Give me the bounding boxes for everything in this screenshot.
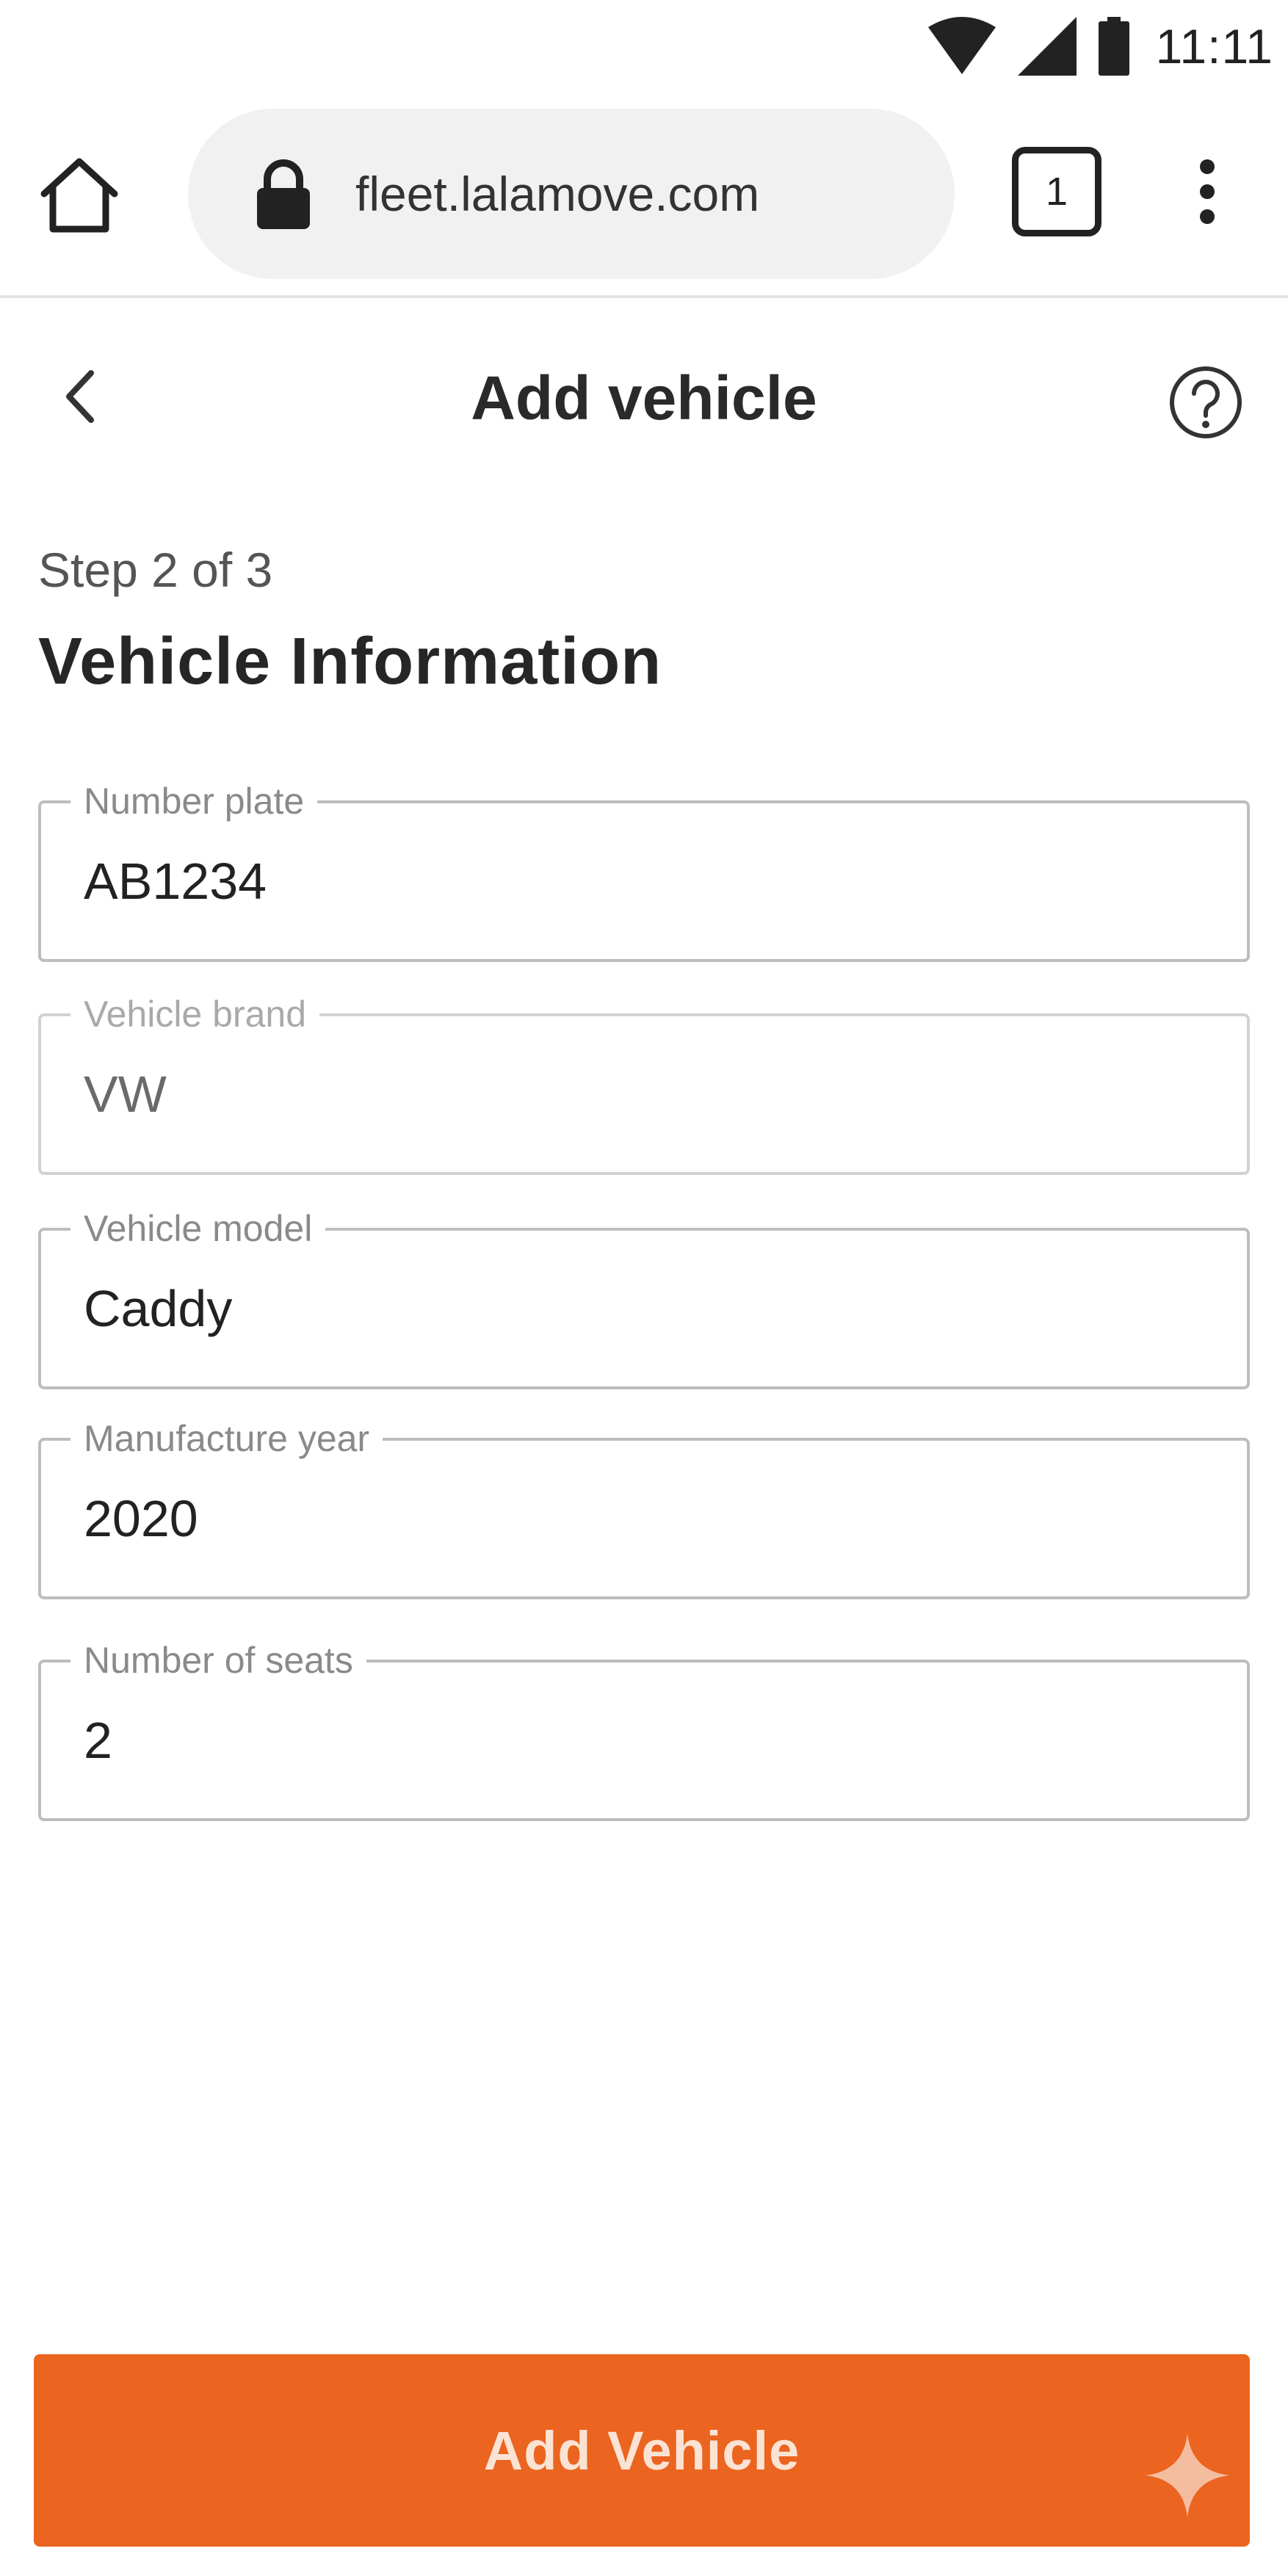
sparkle-icon xyxy=(1146,2434,1229,2517)
battery-icon xyxy=(1098,17,1129,76)
signal-icon xyxy=(1017,17,1077,76)
manufacture-year-value: 2020 xyxy=(84,1490,198,1547)
manufacture-year-field[interactable]: Manufacture year 2020 xyxy=(38,1414,1250,1599)
vehicle-brand-field[interactable]: Vehicle brand VW xyxy=(38,990,1250,1175)
browser-toolbar: fleet.lalamove.com 1 xyxy=(0,93,1288,298)
url-text: fleet.lalamove.com xyxy=(355,167,760,221)
lock-icon xyxy=(257,159,310,229)
tab-count: 1 xyxy=(1045,170,1068,214)
add-vehicle-button-label: Add Vehicle xyxy=(483,2420,800,2481)
more-vert-icon xyxy=(1200,159,1215,174)
status-bar: 11:11 xyxy=(0,0,1288,93)
number-of-seats-label: Number of seats xyxy=(70,1636,366,1685)
more-vert-dot xyxy=(1200,184,1215,199)
help-button[interactable] xyxy=(1166,363,1245,442)
help-circle-icon xyxy=(1170,366,1242,438)
add-vehicle-button[interactable]: Add Vehicle xyxy=(34,2354,1250,2547)
address-bar[interactable]: fleet.lalamove.com xyxy=(188,109,955,279)
section-title: Vehicle Information xyxy=(38,625,662,698)
number-of-seats-field[interactable]: Number of seats 2 xyxy=(38,1636,1250,1821)
wifi-icon xyxy=(927,17,996,74)
more-vert-dot xyxy=(1200,209,1215,224)
page-title: Add vehicle xyxy=(471,363,817,433)
more-menu-button[interactable] xyxy=(1178,144,1237,239)
number-plate-field[interactable]: Number plate AB1234 xyxy=(38,777,1250,962)
number-of-seats-value: 2 xyxy=(84,1712,112,1769)
vehicle-model-value: Caddy xyxy=(84,1280,233,1337)
home-icon xyxy=(40,158,118,233)
tab-switcher-button[interactable]: 1 xyxy=(1012,147,1101,236)
vehicle-brand-value: VW xyxy=(84,1066,167,1123)
number-plate-value: AB1234 xyxy=(84,853,267,910)
status-time: 11:11 xyxy=(1155,19,1273,73)
vehicle-model-field[interactable]: Vehicle model Caddy xyxy=(38,1204,1250,1389)
step-indicator: Step 2 of 3 xyxy=(38,543,273,597)
app-header: Add vehicle xyxy=(0,301,1288,499)
status-icons: 11:11 xyxy=(927,13,1273,79)
home-button[interactable] xyxy=(35,151,123,239)
